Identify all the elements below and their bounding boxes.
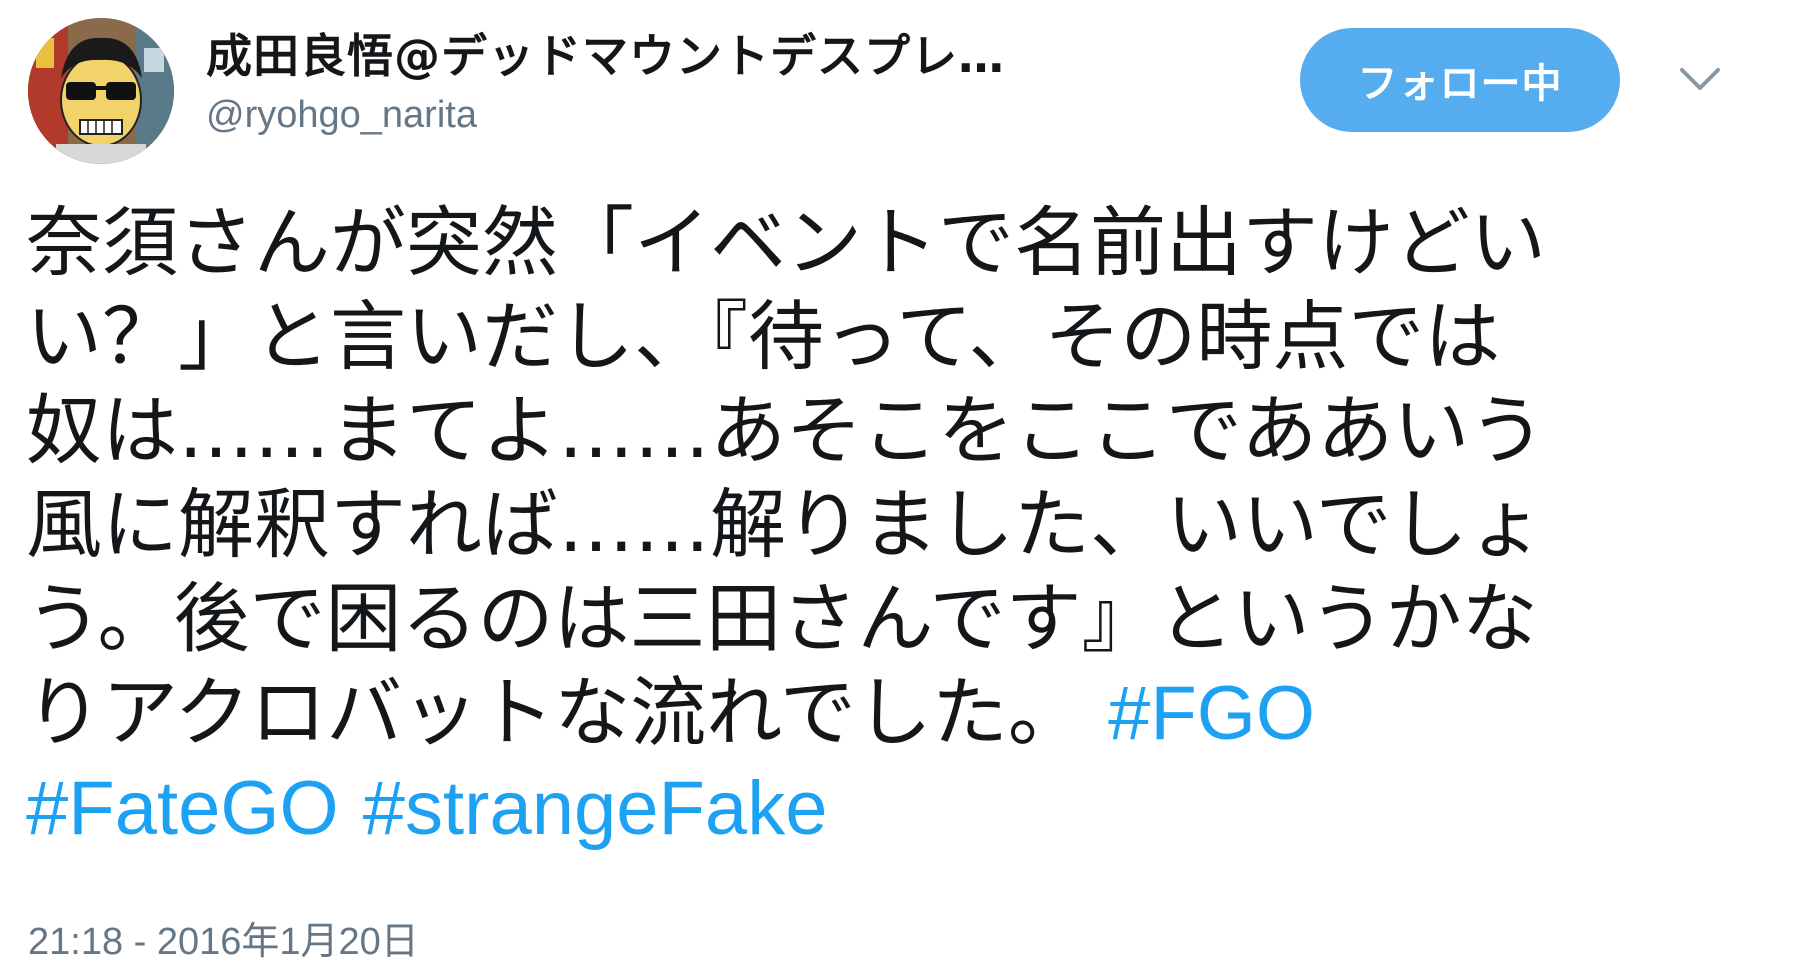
tweet-text-line: りアクロバットな流れでした。 xyxy=(26,668,1109,757)
tweet-text-line: 風に解釈すれば……解りました、いいでしょ xyxy=(26,480,1544,569)
tweet-text-line: い？」と言いだし、『待って、その時点では xyxy=(26,292,1501,381)
tweet-text-line: 奴は……まてよ……あそこをここでああいう xyxy=(26,386,1546,475)
following-button[interactable]: フォロー中 xyxy=(1300,28,1620,132)
tweet-timestamp[interactable]: 21:18 - 2016年1月20日 xyxy=(28,910,419,965)
tweet-text-line-last: りアクロバットな流れでした。 #FGO xyxy=(26,666,1746,761)
hashtag-link[interactable]: #FGO xyxy=(1108,671,1315,756)
tweet-card: 成田良悟@デッドマウントデスプレ… @ryohgo_narita フォロー中 奈… xyxy=(0,0,1808,963)
user-avatar-icon xyxy=(28,18,174,164)
display-name[interactable]: 成田良悟@デッドマウントデスプレ… xyxy=(206,20,1005,86)
chevron-down-icon xyxy=(1680,68,1720,90)
tweet-text: 奈須さんが突然「イベントで名前出すけどい い？」と言いだし、『待って、その時点で… xyxy=(26,196,1746,856)
user-handle[interactable]: @ryohgo_narita xyxy=(206,94,477,137)
tweet-text-line: う。後で困るのは三田さんです』というかな xyxy=(26,574,1538,663)
hashtag-link[interactable]: #strangeFake xyxy=(363,766,828,851)
hashtag-line: #FateGO #strangeFake xyxy=(26,761,1746,856)
avatar[interactable] xyxy=(28,18,174,164)
tweet-menu-button[interactable] xyxy=(1676,60,1724,100)
hashtag-link[interactable]: #FateGO xyxy=(26,766,339,851)
tweet-text-line: 奈須さんが突然「イベントで名前出すけどい xyxy=(26,198,1546,287)
